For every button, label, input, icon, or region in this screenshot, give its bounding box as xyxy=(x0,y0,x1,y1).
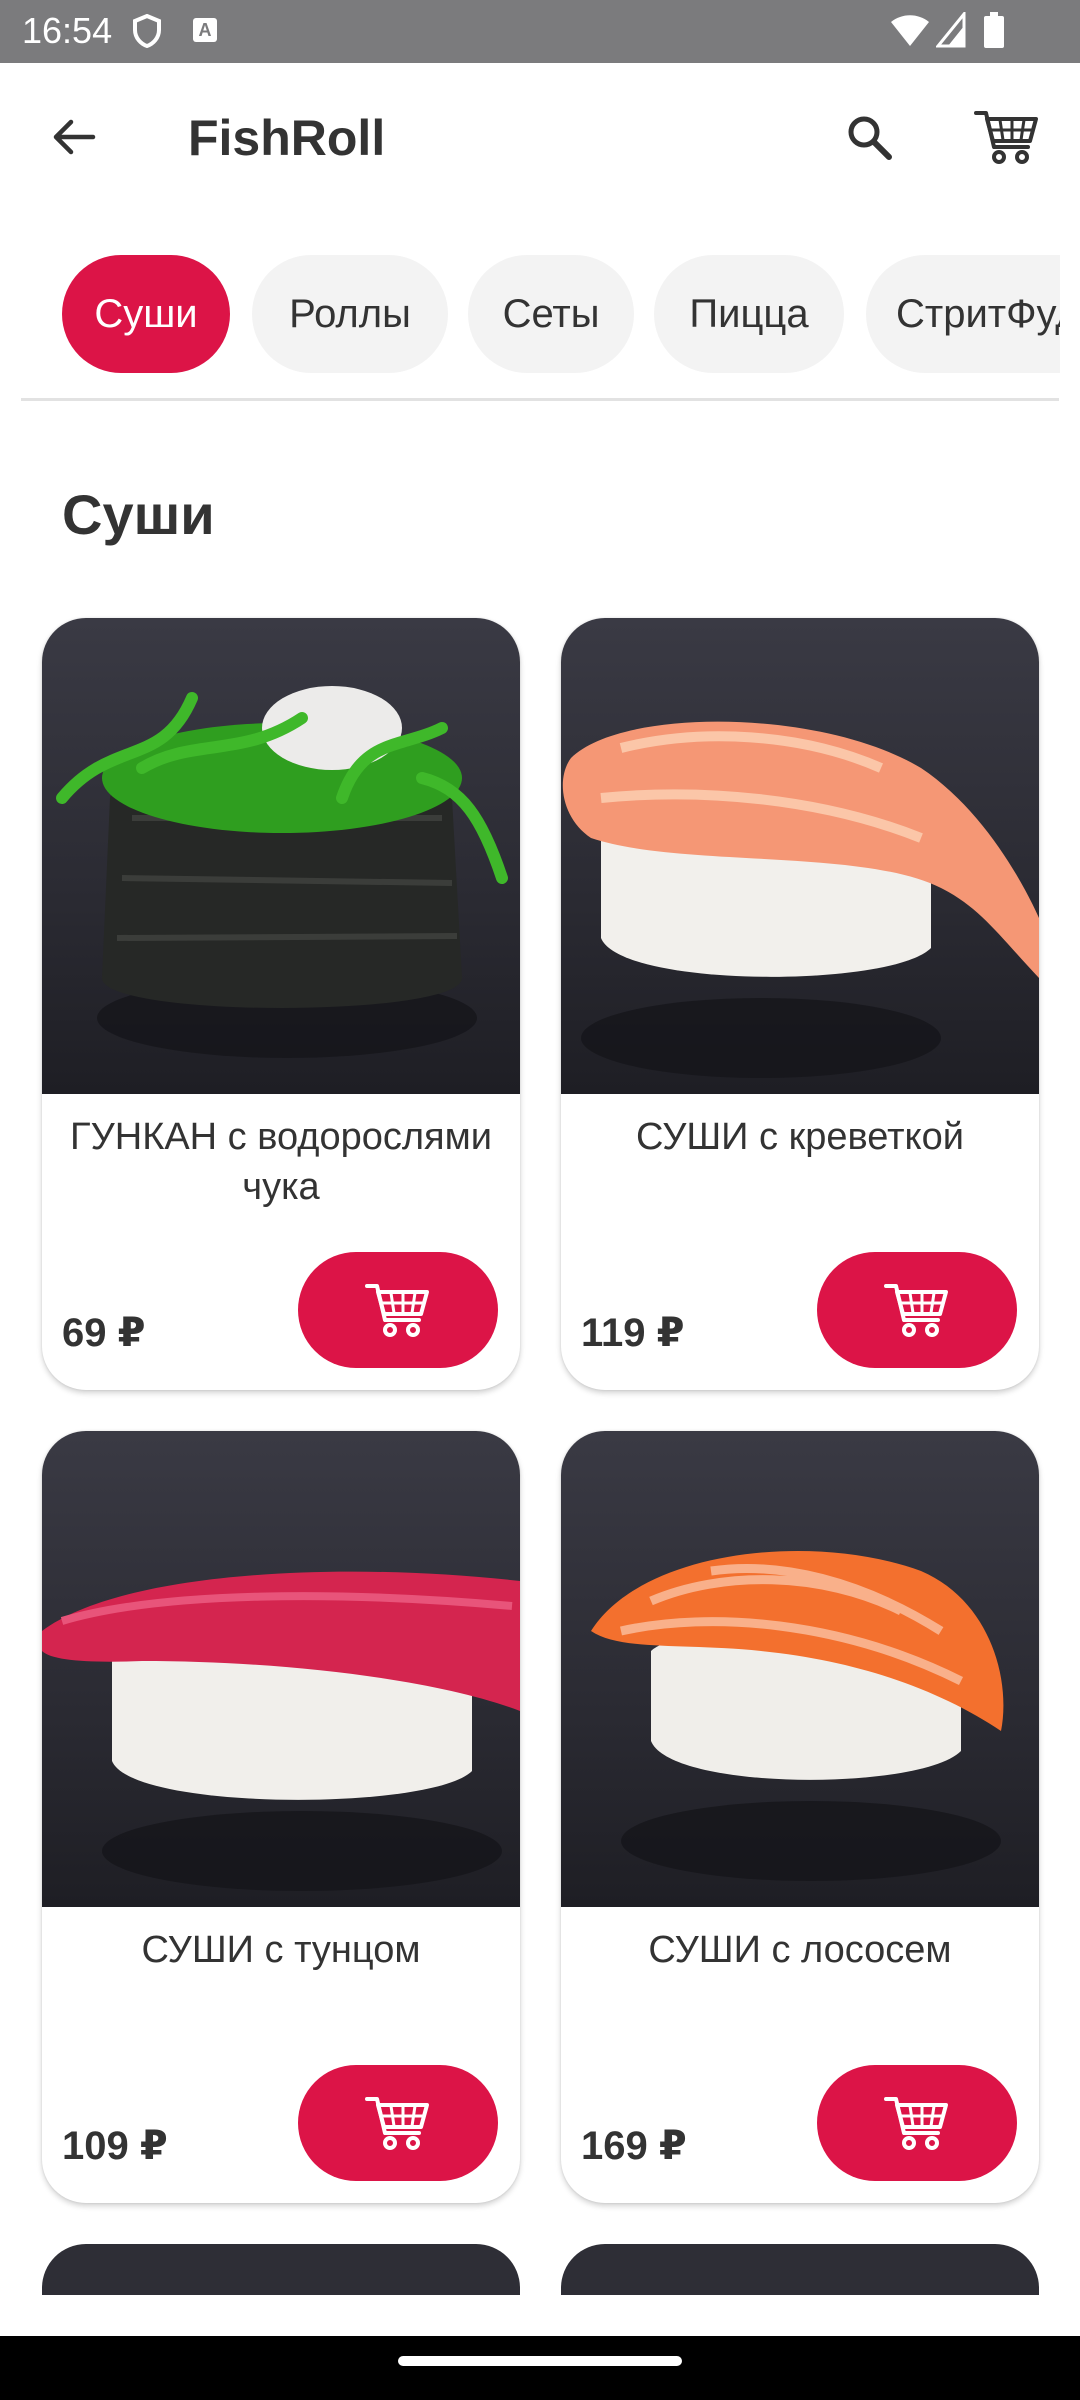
content-bottom-edge xyxy=(0,2295,1080,2336)
cart-icon xyxy=(884,1284,948,1337)
product-card[interactable]: СУШИ с креветкой 119 ₽ xyxy=(561,618,1039,1390)
category-tabs: Суши Роллы Сеты Пицца СтритФуд xyxy=(0,255,1060,375)
cart-icon xyxy=(365,2097,429,2150)
cart-button[interactable] xyxy=(962,97,1052,177)
add-to-cart-button[interactable] xyxy=(298,2065,498,2181)
cart-icon xyxy=(365,1284,429,1337)
product-image-salmon xyxy=(561,1431,1039,1907)
product-image-tuna xyxy=(42,1431,520,1907)
back-arrow-icon xyxy=(53,119,96,155)
section-title: Суши xyxy=(62,483,215,546)
app-title: FishRoll xyxy=(188,110,386,166)
back-button[interactable] xyxy=(30,101,116,173)
product-name: СУШИ с лососем xyxy=(648,1929,952,1971)
wifi-icon xyxy=(891,15,929,46)
cell-signal-icon xyxy=(936,12,966,48)
product-name: СУШИ с тунцом xyxy=(141,1929,421,1971)
product-card[interactable]: СУШИ с лососем 169 ₽ xyxy=(561,1431,1039,2203)
product-card[interactable]: ГУНКАН с водорослями чука 69 ₽ xyxy=(42,618,520,1390)
cart-icon xyxy=(884,2097,948,2150)
shield-icon xyxy=(133,14,161,48)
system-navigation-bar xyxy=(0,2336,1080,2400)
battery-icon xyxy=(984,12,1004,48)
tab-sets[interactable]: Сеты xyxy=(468,255,634,373)
status-time: 16:54 xyxy=(22,10,113,51)
add-to-cart-button[interactable] xyxy=(817,2065,1017,2181)
search-button[interactable] xyxy=(826,101,912,173)
app-bar: FishRoll xyxy=(0,63,1080,211)
product-price: 69 ₽ xyxy=(62,1311,146,1355)
search-icon xyxy=(848,116,892,160)
tab-rolls[interactable]: Роллы xyxy=(252,255,448,373)
cart-icon xyxy=(974,111,1038,164)
product-name: СУШИ с креветкой xyxy=(636,1116,964,1158)
status-bar: 16:54 A xyxy=(0,0,1080,63)
add-to-cart-button[interactable] xyxy=(817,1252,1017,1368)
product-price: 169 ₽ xyxy=(581,2124,687,2168)
tab-sushi[interactable]: Суши xyxy=(62,255,230,373)
tab-streetfood[interactable]: СтритФуд xyxy=(866,255,1060,373)
product-image-shrimp xyxy=(561,618,1039,1094)
product-card[interactable]: СУШИ с тунцом 109 ₽ xyxy=(42,1431,520,2203)
home-gesture-handle[interactable] xyxy=(398,2356,682,2366)
product-name: ГУНКАН с водорослями чука xyxy=(70,1116,492,1208)
product-price: 109 ₽ xyxy=(62,2124,168,2168)
tabs-divider xyxy=(21,398,1059,401)
tab-pizza[interactable]: Пицца xyxy=(654,255,844,373)
a-notification-icon: A xyxy=(193,18,217,42)
product-price: 119 ₽ xyxy=(581,1311,685,1355)
product-image-gunkan xyxy=(42,618,520,1094)
add-to-cart-button[interactable] xyxy=(298,1252,498,1368)
